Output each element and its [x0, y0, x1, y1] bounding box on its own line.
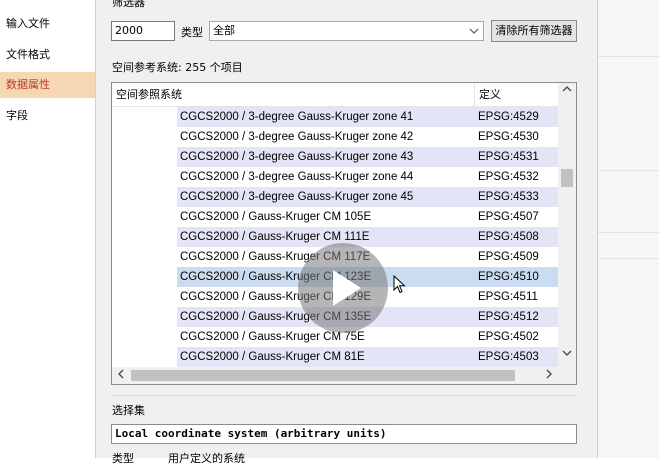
selection-group-label: 选择集: [112, 404, 145, 417]
sidebar-item-data-properties[interactable]: 数据属性: [0, 72, 95, 98]
row-crs-name: CGCS2000 / 3-degree Gauss-Kruger zone 42: [180, 131, 414, 143]
vertical-scrollbar[interactable]: [558, 83, 576, 367]
sidebar-item-label: 输入文件: [6, 17, 50, 30]
mouse-cursor-icon: [393, 274, 407, 298]
row-crs-code: EPSG:4531: [474, 147, 558, 167]
sidebar-item-label: 文件格式: [6, 48, 50, 61]
chevron-down-icon: [469, 24, 479, 45]
video-play-button[interactable]: [298, 243, 388, 333]
table-header: 空间参照系统 定义: [112, 83, 558, 107]
filter-type-select[interactable]: 全部: [209, 21, 484, 41]
vertical-scroll-thumb[interactable]: [561, 169, 573, 187]
row-crs-name: CGCS2000 / 3-degree Gauss-Kruger zone 41: [177, 107, 474, 127]
divider: [598, 170, 659, 171]
row-crs-code: EPSG:4510: [474, 267, 558, 287]
row-crs-name: CGCS2000 / Gauss-Kruger CM 105E: [180, 211, 372, 223]
row-crs-code: EPSG:4532: [478, 171, 539, 183]
scroll-down-icon[interactable]: [558, 347, 576, 365]
scroll-up-icon[interactable]: [558, 83, 576, 101]
play-icon: [333, 270, 361, 306]
row-crs-code: EPSG:4533: [474, 187, 558, 207]
row-crs-name: CGCS2000 / 3-degree Gauss-Kruger zone 43: [177, 147, 474, 167]
sidebar-item-label: 数据属性: [6, 78, 50, 91]
row-crs-code: EPSG:4502: [478, 331, 539, 343]
row-crs-code: EPSG:4511: [478, 291, 538, 303]
sidebar-item-label: 字段: [6, 109, 28, 122]
crs-count-label: 空间参考系统: 255 个项目: [112, 61, 243, 74]
sidebar-item-fields[interactable]: 字段: [0, 103, 95, 129]
scroll-left-icon[interactable]: [112, 367, 129, 384]
filter-text-input[interactable]: 2000: [111, 21, 175, 41]
sidebar-item-file-format[interactable]: 文件格式: [0, 42, 95, 68]
crs-dialog: 筛选器 2000 类型 全部 清除所有筛选器 空间参考系统: 255 个项目 空…: [95, 0, 598, 465]
sidebar-nav: 输入文件 文件格式 数据属性 字段: [0, 0, 95, 458]
table-row[interactable]: CGCS2000 / Gauss-Kruger CM 81E EPSG:4503: [112, 347, 558, 367]
row-crs-name: CGCS2000 / 3-degree Gauss-Kruger zone 44: [180, 171, 414, 183]
sidebar-item-input-file[interactable]: 输入文件: [0, 11, 95, 37]
selected-crs-field[interactable]: Local coordinate system (arbitrary units…: [111, 424, 577, 444]
divider: [598, 232, 659, 233]
row-crs-code: EPSG:4503: [474, 347, 558, 367]
divider: [111, 395, 577, 396]
table-row[interactable]: CGCS2000 / Gauss-Kruger CM 105E EPSG:4507: [112, 207, 558, 227]
filter-group-label: 筛选器: [112, 0, 145, 9]
row-crs-code: EPSG:4507: [478, 211, 539, 223]
crs-table[interactable]: 空间参照系统 定义 CGCS2000 / 3-degree Gauss-Krug…: [111, 82, 577, 385]
row-crs-code: EPSG:4509: [478, 251, 539, 263]
horizontal-scrollbar[interactable]: [112, 367, 576, 384]
filter-type-value: 全部: [213, 24, 235, 37]
row-crs-name: CGCS2000 / Gauss-Kruger CM 75E: [180, 331, 365, 343]
table-row[interactable]: CGCS2000 / 3-degree Gauss-Kruger zone 41…: [112, 107, 558, 127]
column-header-definition[interactable]: 定义: [474, 83, 558, 107]
row-crs-name: CGCS2000 / 3-degree Gauss-Kruger zone 45: [177, 187, 474, 207]
divider: [598, 56, 659, 57]
row-crs-name: CGCS2000 / Gauss-Kruger CM 111E: [177, 227, 474, 247]
table-row[interactable]: CGCS2000 / 3-degree Gauss-Kruger zone 45…: [112, 187, 558, 207]
row-crs-name: CGCS2000 / Gauss-Kruger CM 81E: [177, 347, 474, 367]
row-crs-code: EPSG:4508: [474, 227, 558, 247]
horizontal-scroll-thumb[interactable]: [131, 370, 515, 381]
filter-type-label: 类型: [181, 26, 203, 39]
column-header-crs-name[interactable]: 空间参照系统: [112, 83, 474, 107]
clear-all-filters-button[interactable]: 清除所有筛选器: [491, 20, 577, 42]
selection-type-label: 类型: [112, 452, 134, 465]
table-row[interactable]: CGCS2000 / 3-degree Gauss-Kruger zone 42…: [112, 127, 558, 147]
selection-type-value: 用户定义的系统: [168, 452, 245, 465]
scroll-right-icon[interactable]: [540, 367, 557, 384]
table-row[interactable]: CGCS2000 / 3-degree Gauss-Kruger zone 44…: [112, 167, 558, 187]
row-crs-code: EPSG:4530: [478, 131, 539, 143]
row-crs-code: EPSG:4512: [474, 307, 558, 327]
row-crs-code: EPSG:4529: [474, 107, 558, 127]
table-row[interactable]: CGCS2000 / 3-degree Gauss-Kruger zone 43…: [112, 147, 558, 167]
divider: [598, 258, 659, 259]
background-window: [598, 0, 659, 458]
